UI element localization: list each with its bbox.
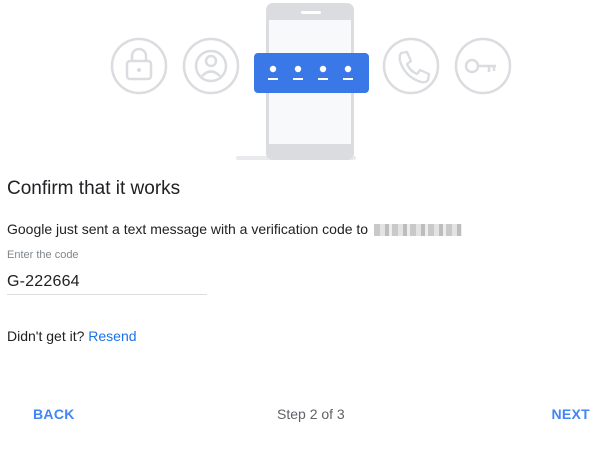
password-dots-card <box>254 53 369 93</box>
verification-step-page: Confirm that it works Google just sent a… <box>0 0 614 451</box>
two-step-illustration <box>110 3 512 160</box>
phone-call-icon <box>382 37 440 95</box>
verification-code-input[interactable] <box>7 270 207 295</box>
next-button[interactable]: NEXT <box>551 406 590 422</box>
resend-row: Didn't get it? Resend <box>7 328 137 344</box>
account-icon <box>182 37 240 95</box>
redacted-phone-number <box>373 224 462 237</box>
message-text: Google just sent a text message with a v… <box>7 221 369 237</box>
lock-icon <box>110 37 168 95</box>
resend-prompt: Didn't get it? <box>7 328 85 344</box>
key-icon <box>454 37 512 95</box>
code-field-label: Enter the code <box>7 249 79 261</box>
back-button[interactable]: BACK <box>33 406 75 422</box>
resend-link[interactable]: Resend <box>88 328 136 344</box>
step-indicator: Step 2 of 3 <box>277 406 345 422</box>
verification-message: Google just sent a text message with a v… <box>7 221 462 237</box>
page-title: Confirm that it works <box>7 178 181 199</box>
